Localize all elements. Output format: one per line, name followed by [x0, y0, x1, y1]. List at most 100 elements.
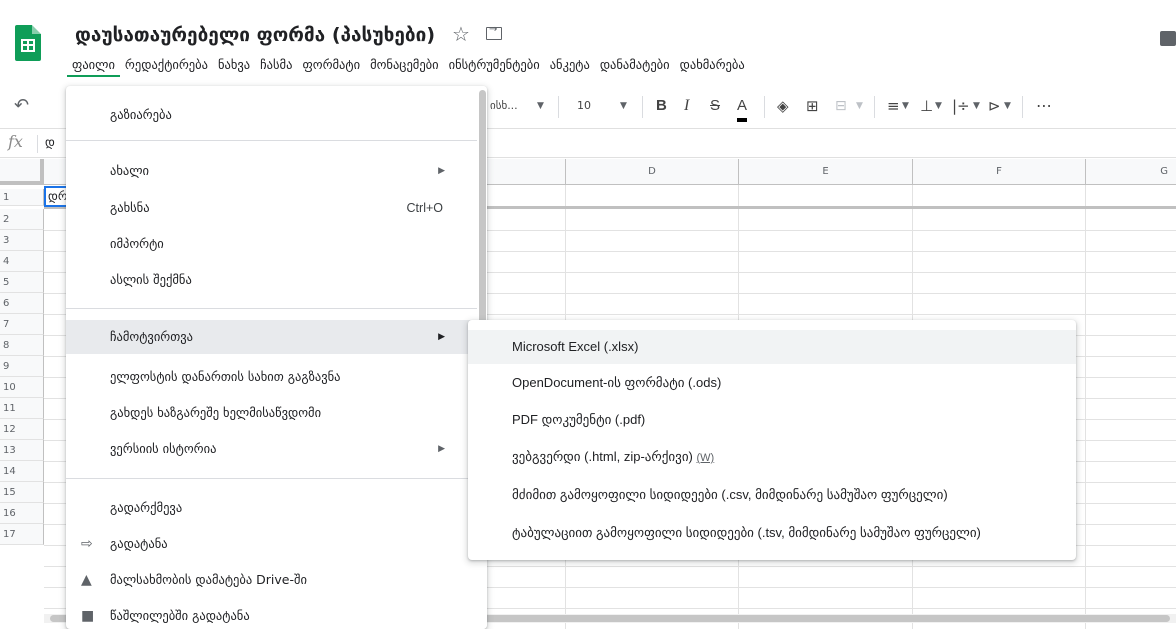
text-rotation-icon[interactable]: ⊳: [988, 86, 1001, 126]
row-header-1[interactable]: 1: [0, 189, 44, 206]
file-menu-new-label: ახალი: [110, 163, 150, 178]
menu-insert[interactable]: ჩასმა: [255, 55, 297, 77]
file-menu-share[interactable]: გაზიარება: [66, 99, 477, 131]
row-header-2[interactable]: 2: [0, 209, 44, 230]
strikethrough-button[interactable]: S: [710, 86, 720, 126]
file-menu-move[interactable]: ⇨ გადატანა: [66, 528, 477, 560]
row-header-4[interactable]: 4: [0, 251, 44, 272]
file-menu-make-copy[interactable]: ასლის შექმნა: [66, 264, 477, 296]
select-all-corner[interactable]: [0, 159, 44, 185]
toolbar-separator: [642, 96, 643, 118]
formula-separator: [37, 135, 38, 153]
text-wrapping-icon[interactable]: |÷: [952, 86, 970, 126]
row-header-10[interactable]: 10: [0, 377, 44, 398]
text-rotation-dropdown-icon[interactable]: ▼: [1004, 86, 1011, 126]
file-menu-make-offline-label: გახდეს ხაზგარეშე ხელმისაწვდომი: [110, 405, 322, 420]
star-icon[interactable]: ☆: [452, 24, 470, 44]
font-family-select[interactable]: ისხ...: [490, 86, 518, 126]
download-html-label: ვებგვერდი (.html, zip-არქივი): [512, 449, 693, 464]
font-size-dropdown-icon[interactable]: ▼: [620, 86, 627, 126]
menu-view[interactable]: ნახვა: [213, 55, 255, 77]
fx-icon: fx: [8, 132, 23, 151]
row-header-5[interactable]: 5: [0, 272, 44, 293]
download-html-note: (W): [696, 452, 715, 464]
move-to-folder-icon[interactable]: [486, 24, 502, 40]
download-html[interactable]: ვებგვერდი (.html, zip-არქივი) (W): [468, 440, 1076, 474]
file-menu-move-to-trash-label: წაშლილებში გადატანა: [110, 608, 250, 623]
file-menu-make-copy-label: ასლის შექმნა: [110, 272, 192, 287]
italic-button[interactable]: I: [684, 86, 689, 126]
trash-icon: ■: [81, 608, 95, 624]
row-header-6[interactable]: 6: [0, 293, 44, 314]
row-header-15[interactable]: 15: [0, 482, 44, 503]
comments-icon[interactable]: [1160, 31, 1176, 46]
column-header-e[interactable]: E: [738, 159, 912, 185]
menu-file[interactable]: ფაილი: [67, 55, 120, 77]
file-menu-scrollbar-thumb[interactable]: [479, 90, 486, 325]
file-menu-make-offline[interactable]: გახდეს ხაზგარეშე ხელმისაწვდომი: [66, 397, 477, 429]
menu-help[interactable]: დახმარება: [675, 55, 750, 77]
fill-color-icon[interactable]: ◈: [777, 86, 789, 126]
vertical-align-dropdown-icon[interactable]: ▼: [935, 86, 942, 126]
vertical-align-icon[interactable]: ⊥: [920, 86, 933, 126]
file-menu-new[interactable]: ახალი ▶: [66, 155, 477, 187]
file-menu-open[interactable]: გახსნა Ctrl+O: [66, 192, 477, 224]
file-menu-email-attachment[interactable]: ელფოსტის დანართის სახით გაგზავნა: [66, 361, 477, 393]
font-size-select[interactable]: 10: [577, 86, 591, 126]
submenu-arrow-icon: ▶: [438, 332, 445, 342]
formula-input[interactable]: დ: [45, 135, 55, 149]
horizontal-align-dropdown-icon[interactable]: ▼: [902, 86, 909, 126]
menu-form[interactable]: ანკეტა: [545, 55, 595, 77]
toolbar-separator: [1022, 96, 1023, 118]
download-ods[interactable]: OpenDocument-ის ფორმატი (.ods): [468, 366, 1076, 400]
menu-format[interactable]: ფორმატი: [297, 55, 365, 77]
more-options-icon[interactable]: ⋯: [1036, 86, 1052, 126]
document-title[interactable]: დაუსათაურებელი ფორმა (პასუხები): [75, 24, 435, 46]
row-header-16[interactable]: 16: [0, 503, 44, 524]
menu-separator: [66, 140, 477, 141]
file-menu-version-history[interactable]: ვერსიის ისტორია ▶: [66, 433, 477, 465]
download-csv[interactable]: მძიმით გამოყოფილი სიდიდეები (.csv, მიმდი…: [468, 478, 1076, 512]
column-header-f[interactable]: F: [912, 159, 1085, 185]
download-xlsx[interactable]: Microsoft Excel (.xlsx): [468, 330, 1076, 364]
menu-addons[interactable]: დანამატები: [595, 55, 675, 77]
menu-edit[interactable]: რედაქტირება: [120, 55, 213, 77]
text-wrapping-dropdown-icon[interactable]: ▼: [973, 86, 980, 126]
file-menu-rename[interactable]: გადარქმევა: [66, 492, 477, 524]
file-menu-add-shortcut-label: მალსახმობის დამატება Drive-ში: [110, 572, 307, 587]
row-header-14[interactable]: 14: [0, 461, 44, 482]
column-header-d[interactable]: D: [565, 159, 738, 185]
download-tsv[interactable]: ტაბულაციით გამოყოფილი სიდიდეები (.tsv, მ…: [468, 516, 1076, 550]
row-header-13[interactable]: 13: [0, 440, 44, 461]
open-shortcut: Ctrl+O: [406, 201, 443, 215]
font-family-dropdown-icon[interactable]: ▼: [537, 86, 544, 126]
toolbar-separator: [764, 96, 765, 118]
row-header-3[interactable]: 3: [0, 230, 44, 251]
file-menu-version-history-label: ვერსიის ისტორია: [110, 441, 217, 456]
row-header-11[interactable]: 11: [0, 398, 44, 419]
merge-cells-icon[interactable]: ⊟: [835, 86, 847, 126]
selected-cell-a1[interactable]: დრ: [44, 186, 68, 207]
file-menu-open-label: გახსნა: [110, 200, 150, 215]
menu-data[interactable]: მონაცემები: [365, 55, 444, 77]
bold-button[interactable]: B: [656, 86, 667, 126]
file-menu-import[interactable]: იმპორტი: [66, 228, 477, 260]
file-menu-move-label: გადატანა: [110, 536, 168, 551]
text-color-button[interactable]: A: [737, 90, 748, 122]
row-header-12[interactable]: 12: [0, 419, 44, 440]
row-header-17[interactable]: 17: [0, 524, 44, 545]
download-pdf[interactable]: PDF დოკუმენტი (.pdf): [468, 403, 1076, 437]
undo-icon[interactable]: ↶: [14, 86, 29, 126]
menu-tools[interactable]: ინსტრუმენტები: [444, 55, 545, 77]
file-menu-add-shortcut[interactable]: ▲ მალსახმობის დამატება Drive-ში: [66, 564, 477, 596]
file-menu-download[interactable]: ჩამოტვირთვა ▶: [66, 320, 477, 354]
borders-icon[interactable]: ⊞: [806, 86, 819, 126]
row-header-8[interactable]: 8: [0, 335, 44, 356]
horizontal-align-icon[interactable]: ≡: [887, 86, 900, 126]
column-header-g[interactable]: G: [1085, 159, 1176, 185]
sheets-logo-icon[interactable]: [15, 25, 41, 61]
row-header-7[interactable]: 7: [0, 314, 44, 335]
merge-dropdown-icon[interactable]: ▼: [856, 86, 863, 126]
file-menu-move-to-trash[interactable]: ■ წაშლილებში გადატანა: [66, 600, 477, 629]
row-header-9[interactable]: 9: [0, 356, 44, 377]
